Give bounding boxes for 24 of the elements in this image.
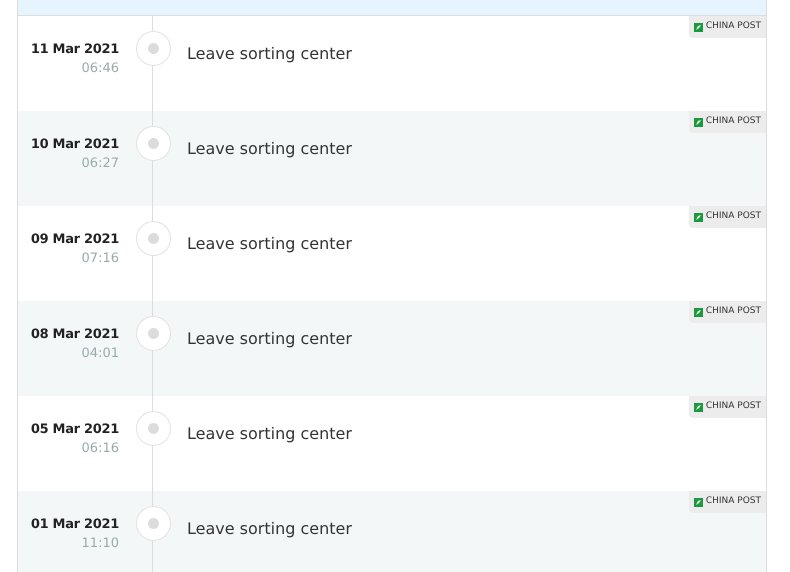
- event-description: Leave sorting center: [187, 329, 352, 348]
- event-time: 06:46: [82, 60, 119, 77]
- event-description: Leave sorting center: [187, 44, 352, 63]
- carrier-name: CHINA POST: [706, 305, 761, 318]
- event-date: 11 Mar 2021: [30, 41, 119, 58]
- event-description: Leave sorting center: [187, 139, 352, 158]
- event-time: 04:01: [82, 345, 119, 362]
- carrier-name: CHINA POST: [706, 495, 761, 508]
- event-date: 10 Mar 2021: [30, 136, 119, 153]
- carrier-name: CHINA POST: [706, 115, 761, 128]
- event-date: 09 Mar 2021: [30, 231, 119, 248]
- event-description: Leave sorting center: [187, 234, 352, 253]
- carrier-name: CHINA POST: [706, 20, 761, 34]
- event-time: 11:10: [82, 535, 119, 552]
- event-description: Leave sorting center: [187, 424, 352, 443]
- event-date: 05 Mar 2021: [30, 421, 119, 438]
- carrier-name: CHINA POST: [706, 400, 761, 414]
- event-date: 01 Mar 2021: [30, 516, 119, 533]
- event-time: 07:16: [82, 250, 119, 267]
- event-time: 06:27: [82, 155, 119, 172]
- event-description: Leave sorting center: [187, 519, 352, 538]
- event-time: 06:16: [82, 440, 119, 457]
- event-date: 08 Mar 2021: [30, 326, 119, 343]
- carrier-name: CHINA POST: [706, 210, 761, 224]
